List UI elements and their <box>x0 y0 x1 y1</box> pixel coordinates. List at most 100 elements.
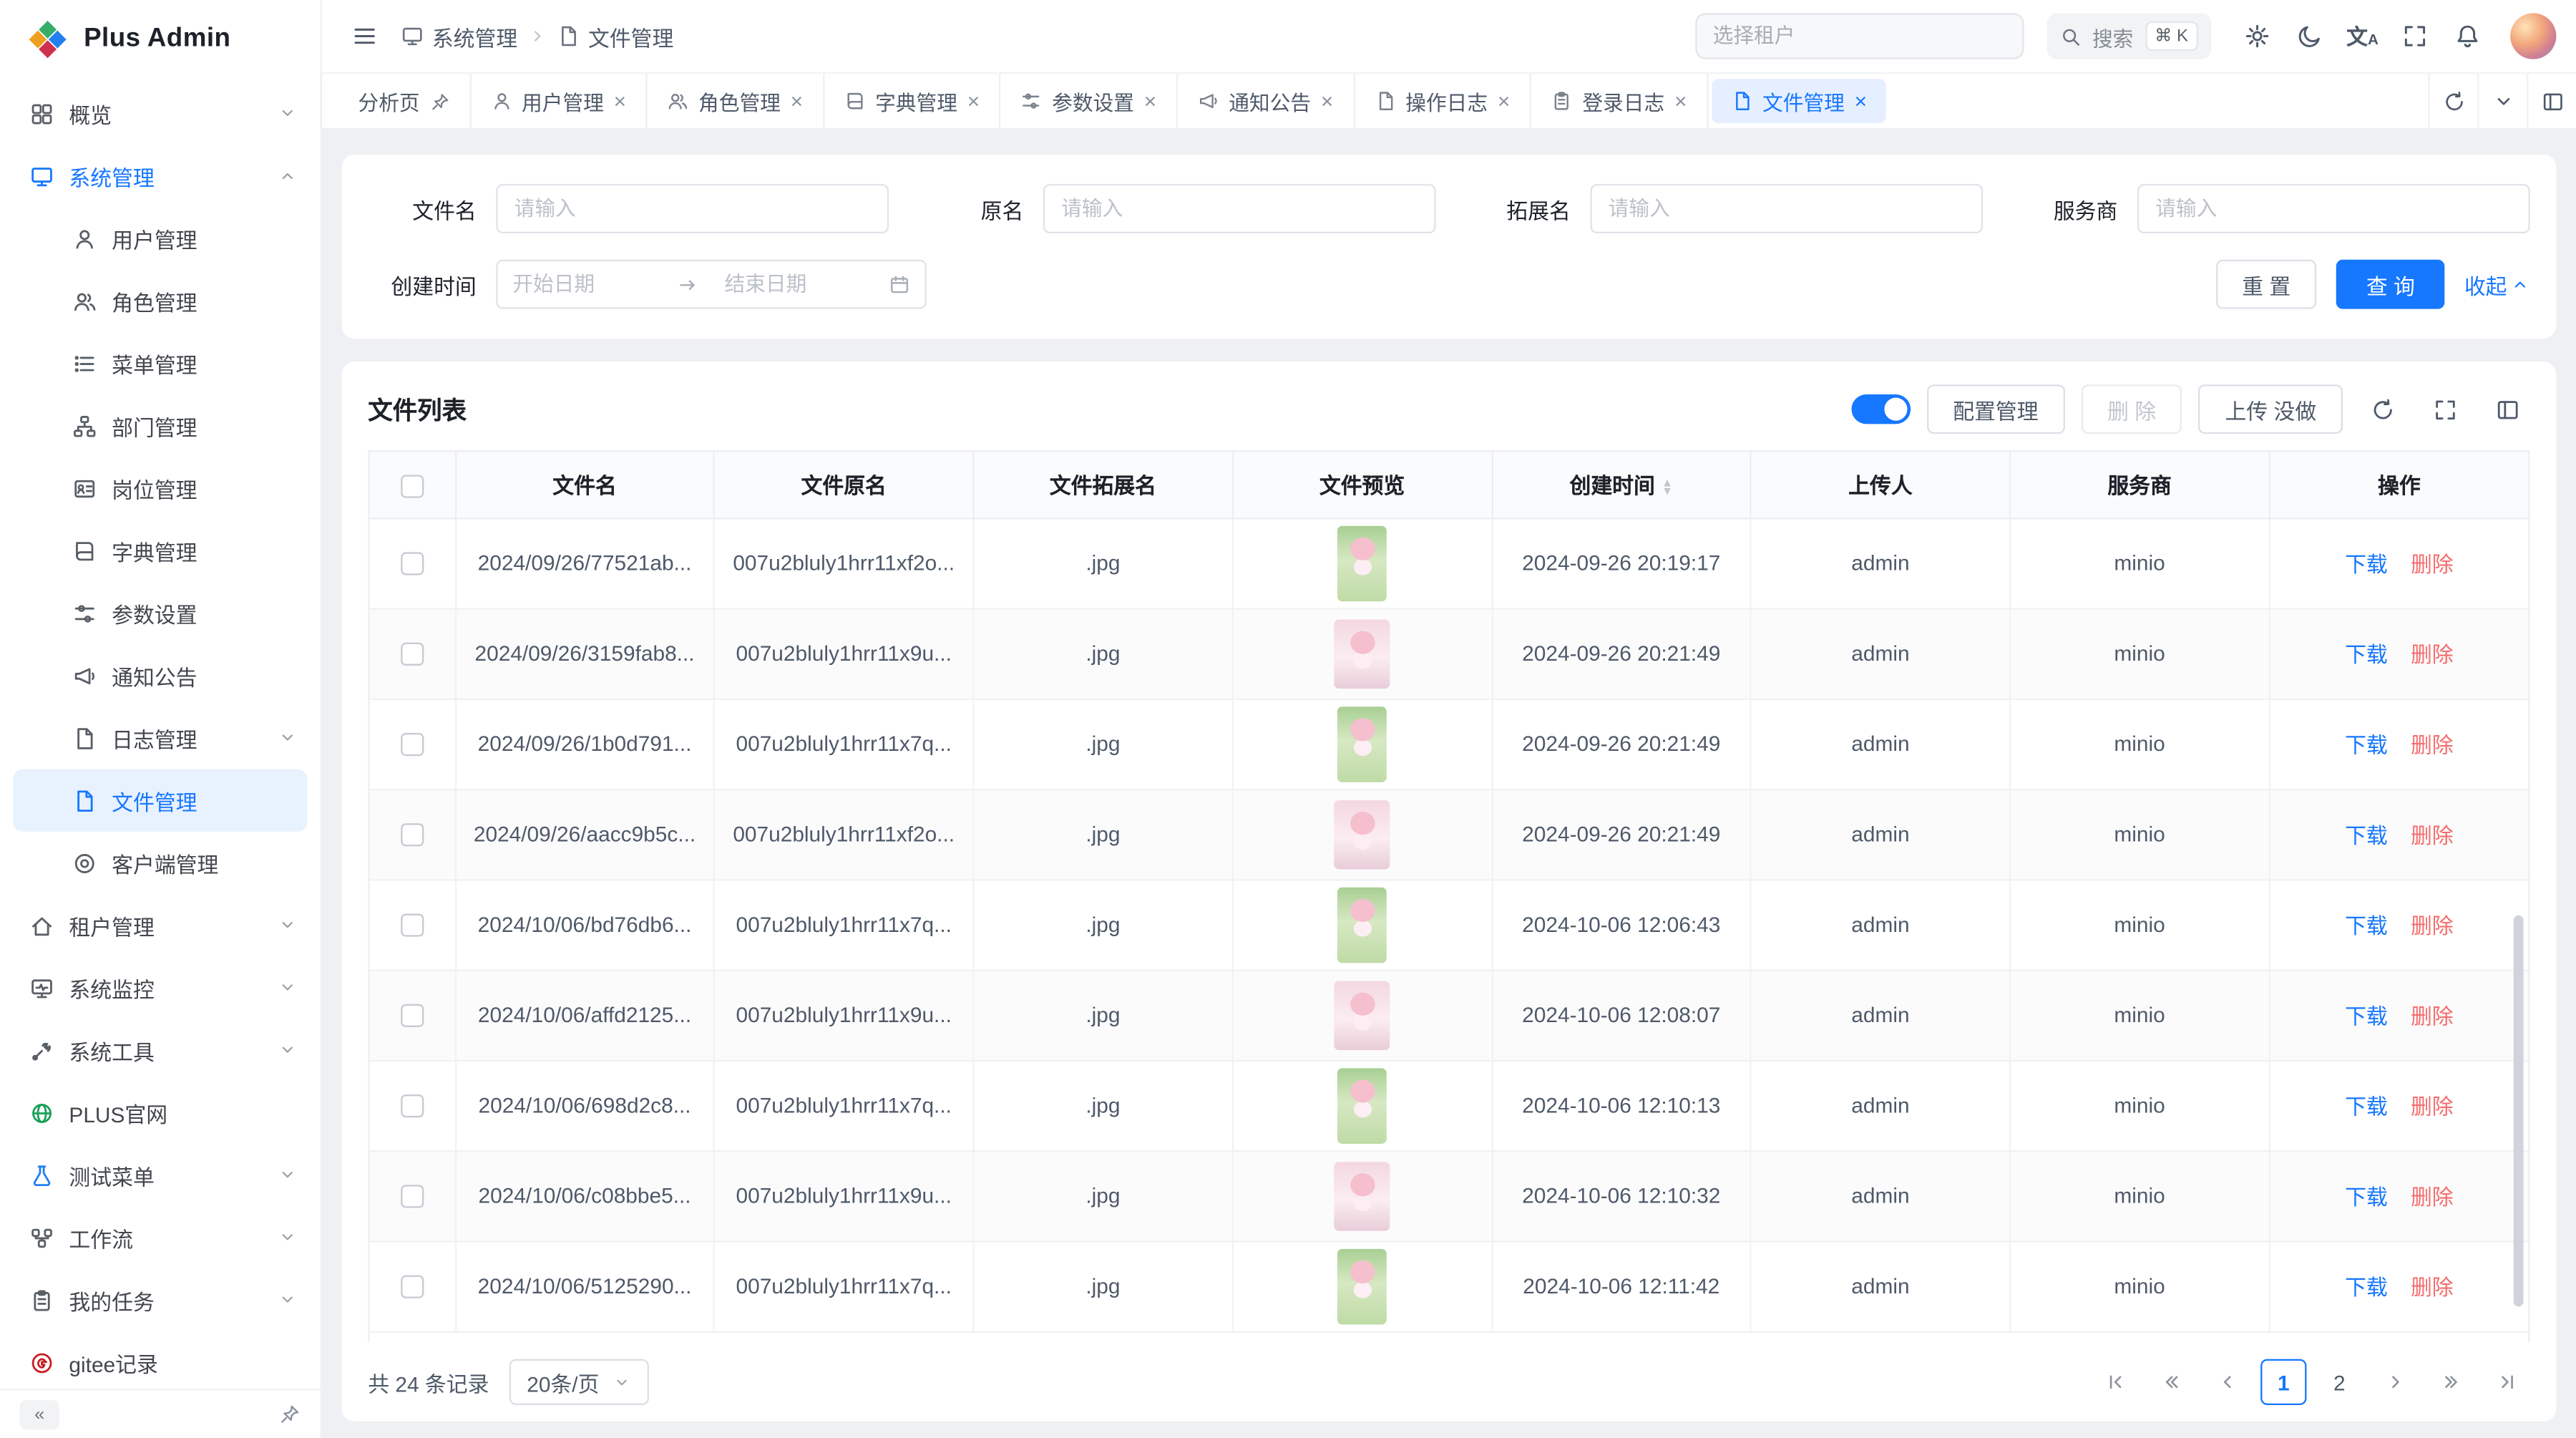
close-icon[interactable]: × <box>1498 90 1510 112</box>
file-preview-image[interactable] <box>1337 1248 1387 1324</box>
last-page-button[interactable] <box>2484 1359 2529 1405</box>
close-icon[interactable]: × <box>791 90 803 112</box>
layout-button[interactable] <box>2527 74 2576 128</box>
row-checkbox[interactable] <box>401 824 424 847</box>
download-link[interactable]: 下载 <box>2345 914 2388 938</box>
tab-login-log[interactable]: 登录日志 × <box>1531 74 1708 128</box>
close-icon[interactable]: × <box>1144 90 1156 112</box>
app-logo-row[interactable]: Plus Admin <box>0 0 321 79</box>
sidebar-item-overview[interactable]: 概览 <box>0 82 321 145</box>
original-name-input[interactable] <box>1043 184 1436 233</box>
refresh-list-button[interactable] <box>2359 387 2405 432</box>
jump-prev-button[interactable] <box>2149 1359 2195 1405</box>
fullscreen-button[interactable] <box>2392 13 2438 59</box>
delete-link[interactable]: 删除 <box>2411 914 2454 938</box>
sidebar-item-client-management[interactable]: 客户端管理 <box>0 832 321 894</box>
first-page-button[interactable] <box>2093 1359 2139 1405</box>
delete-link[interactable]: 删除 <box>2411 1276 2454 1300</box>
file-preview-image[interactable] <box>1335 618 1390 687</box>
batch-delete-button[interactable]: 删 除 <box>2081 384 2182 434</box>
sidebar-item-dept-management[interactable]: 部门管理 <box>0 394 321 457</box>
sidebar-toggle-button[interactable] <box>342 13 388 59</box>
dark-mode-button[interactable] <box>2287 13 2333 59</box>
page-1-button[interactable]: 1 <box>2260 1359 2306 1405</box>
row-checkbox[interactable] <box>401 1185 424 1208</box>
tab-param-settings[interactable]: 参数设置 × <box>1001 74 1178 128</box>
select-all-checkbox[interactable] <box>401 474 424 497</box>
delete-link[interactable]: 删除 <box>2411 823 2454 847</box>
download-link[interactable]: 下载 <box>2345 643 2388 667</box>
page-2-button[interactable]: 2 <box>2316 1359 2362 1405</box>
download-link[interactable]: 下载 <box>2345 823 2388 847</box>
row-checkbox[interactable] <box>401 914 424 937</box>
close-icon[interactable]: × <box>1674 90 1687 112</box>
file-preview-image[interactable] <box>1337 1067 1387 1143</box>
column-created[interactable]: 创建时间▲▼ <box>1492 452 1751 518</box>
end-date-input[interactable] <box>724 273 862 296</box>
extension-input[interactable] <box>1590 184 1983 233</box>
row-checkbox[interactable] <box>401 553 424 575</box>
notifications-button[interactable] <box>2444 13 2490 59</box>
tab-notice[interactable]: 通知公告 × <box>1178 74 1355 128</box>
delete-link[interactable]: 删除 <box>2411 1185 2454 1209</box>
sidebar-item-menu-management[interactable]: 菜单管理 <box>0 332 321 394</box>
row-checkbox[interactable] <box>401 1004 424 1027</box>
breadcrumb-item-file[interactable]: 文件管理 <box>557 21 673 52</box>
tab-analysis[interactable]: 分析页 <box>338 74 471 128</box>
breadcrumb-item-system[interactable]: 系统管理 <box>401 21 517 52</box>
sidebar-item-log-management[interactable]: 日志管理 <box>0 706 321 769</box>
reset-button[interactable]: 重 置 <box>2216 260 2317 309</box>
tab-file-management[interactable]: 文件管理 × <box>1712 79 1887 123</box>
delete-link[interactable]: 删除 <box>2411 1004 2454 1029</box>
row-checkbox[interactable] <box>401 734 424 757</box>
table-scrollbar[interactable] <box>2514 915 2524 1307</box>
refresh-tab-button[interactable] <box>2428 74 2477 128</box>
sidebar-item-notice[interactable]: 通知公告 <box>0 644 321 706</box>
fullscreen-table-button[interactable] <box>2421 387 2467 432</box>
settings-button[interactable] <box>2234 13 2280 59</box>
tab-role-management[interactable]: 角色管理 × <box>648 74 824 128</box>
upload-button[interactable]: 上传 没做 <box>2199 384 2343 434</box>
tab-operation-log[interactable]: 操作日志 × <box>1355 74 1531 128</box>
prev-page-button[interactable] <box>2205 1359 2250 1405</box>
file-preview-image[interactable] <box>1337 706 1387 782</box>
column-settings-button[interactable] <box>2484 387 2529 432</box>
delete-link[interactable]: 删除 <box>2411 733 2454 757</box>
file-preview-image[interactable] <box>1335 981 1390 1049</box>
tab-user-management[interactable]: 用户管理 × <box>471 74 648 128</box>
close-icon[interactable]: × <box>1855 90 1867 112</box>
tenant-select-input[interactable] <box>1694 13 2023 59</box>
sidebar-item-post-management[interactable]: 岗位管理 <box>0 457 321 519</box>
sidebar-item-system-monitor[interactable]: 系统监控 <box>0 956 321 1019</box>
tab-menu-button[interactable] <box>2477 74 2527 128</box>
query-button[interactable]: 查 询 <box>2337 260 2445 309</box>
jump-next-button[interactable] <box>2428 1359 2474 1405</box>
close-icon[interactable]: × <box>1321 90 1333 112</box>
file-preview-image[interactable] <box>1337 525 1387 601</box>
file-preview-image[interactable] <box>1337 887 1387 963</box>
download-link[interactable]: 下载 <box>2345 552 2388 576</box>
date-range-picker[interactable] <box>496 260 927 309</box>
row-checkbox[interactable] <box>401 1095 424 1118</box>
sidebar-item-test-menu[interactable]: 测试菜单 <box>0 1144 321 1206</box>
sidebar-item-dict-management[interactable]: 字典管理 <box>0 520 321 582</box>
next-page-button[interactable] <box>2372 1359 2418 1405</box>
sidebar-item-file-management[interactable]: 文件管理 <box>13 769 307 831</box>
file-name-input[interactable] <box>496 184 889 233</box>
close-icon[interactable]: × <box>614 90 626 112</box>
download-link[interactable]: 下载 <box>2345 1185 2388 1209</box>
sidebar-collapse-button[interactable]: « <box>20 1399 59 1429</box>
start-date-input[interactable] <box>512 273 650 296</box>
language-button[interactable]: 文A <box>2339 13 2385 59</box>
config-management-button[interactable]: 配置管理 <box>1926 384 2064 434</box>
sidebar-item-gitee-log[interactable]: gitee记录 <box>0 1331 321 1389</box>
collapse-filters-link[interactable]: 收起 <box>2464 268 2530 300</box>
pin-icon[interactable] <box>429 91 449 111</box>
download-link[interactable]: 下载 <box>2345 1094 2388 1119</box>
download-link[interactable]: 下载 <box>2345 733 2388 757</box>
sidebar-item-my-tasks[interactable]: 我的任务 <box>0 1268 321 1331</box>
sidebar-item-system-management[interactable]: 系统管理 <box>0 145 321 207</box>
config-toggle-switch[interactable] <box>1851 394 1911 424</box>
sidebar-item-tenant-management[interactable]: 租户管理 <box>0 894 321 956</box>
download-link[interactable]: 下载 <box>2345 1004 2388 1029</box>
